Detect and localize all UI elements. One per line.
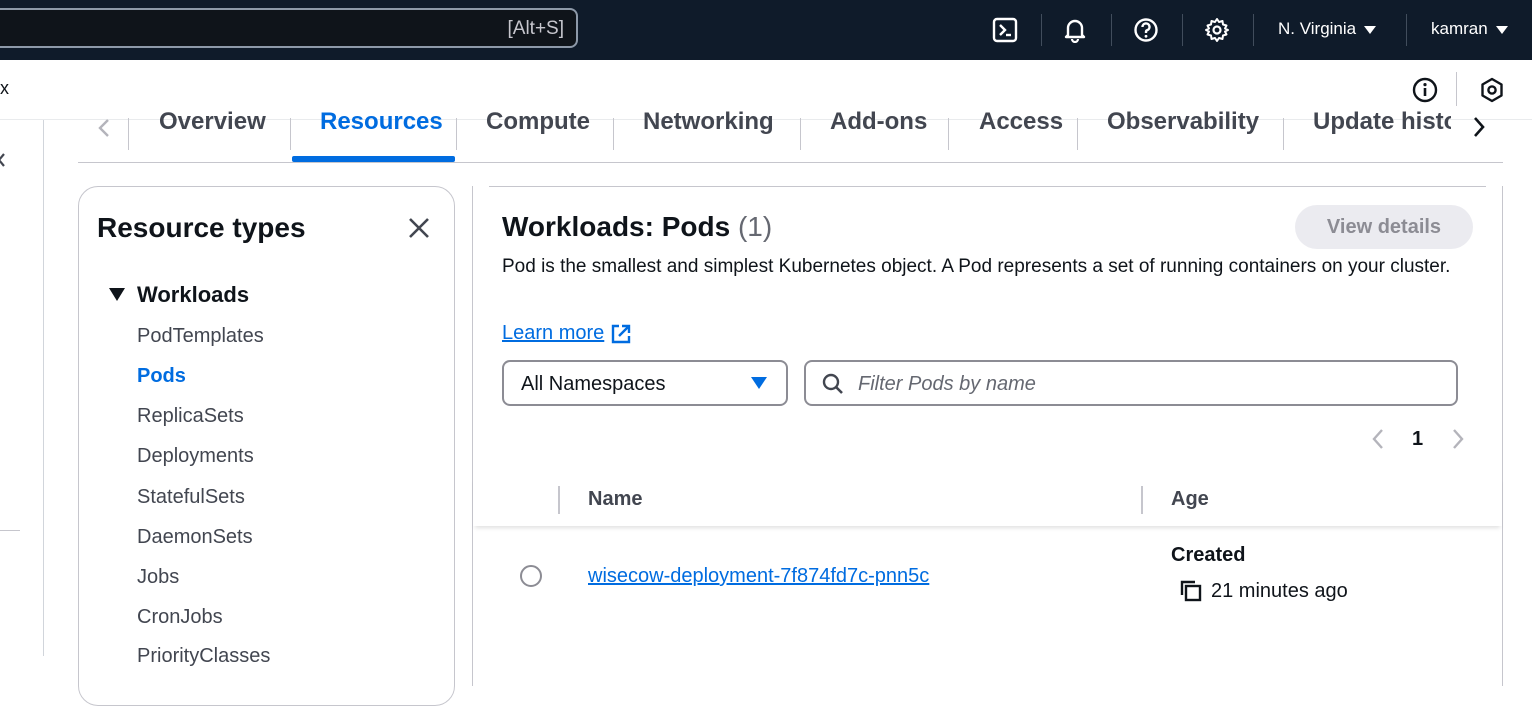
caret-down-icon <box>751 377 767 389</box>
resource-item-jobs[interactable]: Jobs <box>137 566 179 589</box>
close-icon[interactable] <box>0 152 8 172</box>
age-label: Created <box>1171 544 1246 566</box>
row-radio-button[interactable] <box>520 565 542 587</box>
column-divider <box>1141 486 1143 514</box>
resource-item-cronjobs[interactable]: CronJobs <box>137 606 223 629</box>
tab-separator <box>128 118 129 150</box>
namespace-select-value: All Namespaces <box>521 373 666 395</box>
tab-separator <box>613 118 614 150</box>
nav-divider <box>1182 14 1183 46</box>
caret-down-icon <box>1364 25 1377 34</box>
bell-icon[interactable] <box>1059 14 1091 46</box>
pods-filter-input[interactable]: Filter Pods by name <box>804 360 1458 406</box>
tab-separator <box>1077 118 1078 150</box>
column-header-name[interactable]: Name <box>588 488 642 511</box>
caret-down-icon <box>109 288 125 301</box>
column-header-age[interactable]: Age <box>1171 488 1209 511</box>
tab-compute[interactable]: Compute <box>486 108 590 136</box>
panel-top-border <box>489 186 1486 187</box>
pagination-current-page[interactable]: 1 <box>1412 428 1423 451</box>
tab-separator <box>290 118 291 150</box>
rail-divider <box>0 530 20 531</box>
tab-observability[interactable]: Observability <box>1107 108 1259 136</box>
resource-item-pods[interactable]: Pods <box>137 365 186 388</box>
caret-down-icon <box>1495 25 1508 34</box>
pods-heading: Workloads: Pods (1) <box>502 211 772 243</box>
tabs-scroll-left-icon[interactable] <box>98 118 110 143</box>
view-details-button[interactable]: View details <box>1295 205 1473 249</box>
active-tab-indicator <box>292 156 455 162</box>
nav-divider <box>1253 14 1254 46</box>
filter-placeholder: Filter Pods by name <box>858 373 1036 395</box>
region-selector[interactable]: N. Virginia <box>1278 19 1377 39</box>
account-menu[interactable]: kamran <box>1431 19 1508 39</box>
user-name: kamran <box>1431 19 1488 38</box>
external-link-icon <box>612 324 631 343</box>
pagination-prev-icon[interactable] <box>1371 428 1385 455</box>
resource-item-deployments[interactable]: Deployments <box>137 445 254 468</box>
breadcrumb-fragment: x <box>0 78 9 98</box>
tabs-scroll-right-icon[interactable] <box>1472 116 1486 143</box>
nav-divider <box>1406 14 1407 46</box>
resource-item-daemonsets[interactable]: DaemonSets <box>137 526 253 549</box>
tab-resources[interactable]: Resources <box>320 108 443 136</box>
header-divider <box>1456 72 1457 106</box>
age-value: 21 minutes ago <box>1211 580 1348 602</box>
top-navigation: [Alt+S] N. Virginia kamran <box>0 0 1532 60</box>
region-label: N. Virginia <box>1278 19 1357 38</box>
search-shortcut-hint: [Alt+S] <box>507 18 565 39</box>
global-search-input[interactable]: [Alt+S] <box>0 8 578 48</box>
resource-item-podtemplates[interactable]: PodTemplates <box>137 325 264 348</box>
tab-separator <box>1283 118 1284 150</box>
pods-description: Pod is the smallest and simplest Kuberne… <box>502 256 1451 277</box>
nav-divider <box>1111 14 1112 46</box>
panel-title: Resource types <box>97 212 306 243</box>
tab-separator <box>948 118 949 150</box>
cluster-tabs: Overview Resources Compute Networking Ad… <box>78 104 1503 163</box>
tab-networking[interactable]: Networking <box>643 108 774 136</box>
resource-item-priorityclasses[interactable]: PriorityClasses <box>137 645 270 668</box>
tab-overview[interactable]: Overview <box>159 108 266 136</box>
learn-more-label: Learn more <box>502 322 605 344</box>
pods-count: (1) <box>737 211 773 242</box>
column-divider <box>558 486 560 514</box>
help-icon[interactable] <box>1130 14 1162 46</box>
resource-item-replicasets[interactable]: ReplicaSets <box>137 405 244 428</box>
pod-name-link[interactable]: wisecow-deployment-7f874fd7c-pnn5c <box>588 565 929 588</box>
table-row: wisecow-deployment-7f874fd7c-pnn5c Creat… <box>473 531 1502 621</box>
tab-separator <box>800 118 801 150</box>
pods-panel: Workloads: Pods (1) View details Pod is … <box>472 186 1503 686</box>
gear-icon[interactable] <box>1201 14 1233 46</box>
nav-divider <box>1041 14 1042 46</box>
close-icon[interactable] <box>408 217 430 244</box>
tab-update-history[interactable]: Update histo <box>1313 108 1451 136</box>
search-icon <box>822 373 843 394</box>
feedback-hexagon-icon[interactable] <box>1478 76 1506 104</box>
tab-add-ons[interactable]: Add-ons <box>830 108 927 136</box>
workloads-group-label: Workloads <box>137 282 250 307</box>
side-navigation-rail <box>0 120 44 656</box>
copy-icon[interactable] <box>1179 579 1203 603</box>
pods-title: Workloads: Pods <box>502 211 731 242</box>
resource-types-panel: Resource types Workloads PodTemplates Po… <box>78 186 455 706</box>
resource-item-statefulsets[interactable]: StatefulSets <box>137 486 245 509</box>
learn-more-link[interactable]: Learn more <box>502 322 632 345</box>
info-icon[interactable] <box>1411 76 1439 104</box>
table-header: Name Age <box>473 476 1502 526</box>
cloudshell-icon[interactable] <box>989 14 1021 46</box>
tab-separator <box>456 118 457 150</box>
namespace-select[interactable]: All Namespaces <box>502 360 788 406</box>
tab-access[interactable]: Access <box>979 108 1063 136</box>
workloads-group-toggle[interactable]: Workloads <box>109 282 249 308</box>
pagination-next-icon[interactable] <box>1451 428 1465 455</box>
